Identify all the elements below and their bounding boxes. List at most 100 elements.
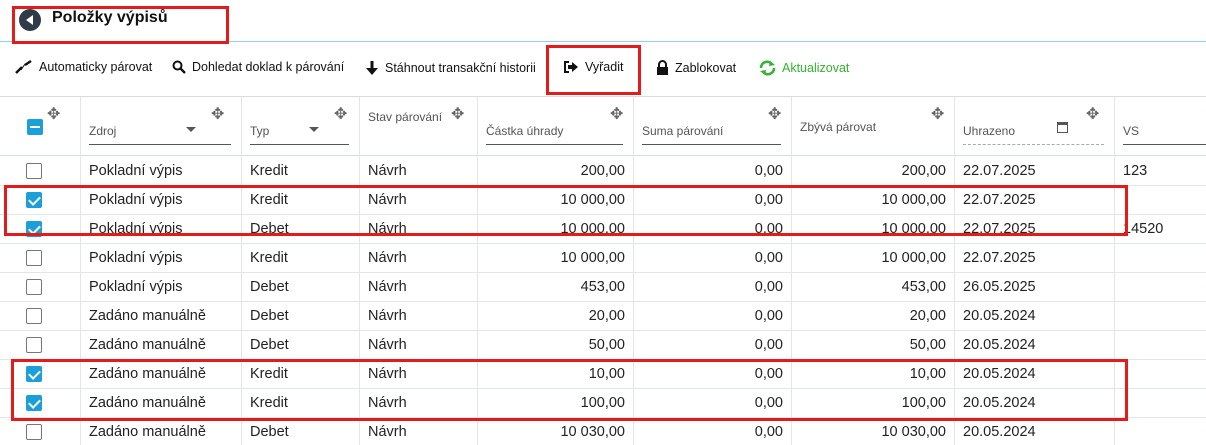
row-checkbox[interactable]: [26, 424, 42, 440]
table-row[interactable]: Zadáno manuálně Debet Návrh 50,00 0,00 50,00 2…: [0, 331, 1206, 360]
header-remaining[interactable]: Zbývá párovat ✥: [792, 97, 955, 157]
cell-state: Návrh: [360, 186, 478, 215]
lock-icon: [657, 60, 668, 75]
table-row[interactable]: Pokladní výpis Debet Návrh 10 000,00 0,00 10 …: [0, 215, 1206, 244]
cell-paired: 0,00: [634, 360, 792, 389]
move-column-icon[interactable]: ✥: [451, 107, 464, 123]
cell-vs: [1115, 273, 1206, 302]
cell-vs: [1115, 360, 1206, 389]
row-checkbox[interactable]: [26, 395, 42, 411]
move-column-icon[interactable]: ✥: [610, 107, 623, 123]
cell-remaining: 200,00: [792, 157, 955, 186]
move-column-icon[interactable]: ✥: [1086, 107, 1099, 123]
cell-paid: 20.05.2024: [955, 389, 1115, 418]
move-column-icon[interactable]: ✥: [768, 107, 781, 123]
find-document-button[interactable]: Dohledat doklad k párování: [172, 60, 344, 74]
cell-vs: [1115, 302, 1206, 331]
row-select-cell: [0, 360, 81, 389]
move-column-icon[interactable]: ✥: [931, 107, 944, 123]
header-state[interactable]: Stav párování ✥: [360, 97, 478, 157]
cell-source: Zadáno manuálně: [81, 331, 242, 360]
download-history-button[interactable]: Stáhnout transakční historii: [365, 60, 536, 76]
cell-amount: 10 000,00: [478, 244, 634, 273]
header-paid[interactable]: Uhrazeno ✥: [955, 97, 1115, 157]
cell-amount: 50,00: [478, 331, 634, 360]
cell-paired: 0,00: [634, 331, 792, 360]
cell-vs: [1115, 389, 1206, 418]
cell-type: Debet: [242, 331, 360, 360]
auto-pair-button[interactable]: Automaticky párovat: [15, 60, 152, 74]
table-row[interactable]: Zadáno manuálně Kredit Návrh 100,00 0,00 100,…: [0, 389, 1206, 418]
row-select-cell: [0, 418, 81, 445]
cell-vs: 14520: [1123, 221, 1164, 237]
refresh-button[interactable]: Aktualizovat: [759, 60, 849, 76]
header-paired[interactable]: Suma párování ✥: [634, 97, 792, 157]
cell-state: Návrh: [360, 215, 478, 244]
table-row[interactable]: Pokladní výpis Debet Návrh 453,00 0,00 453,00…: [0, 273, 1206, 302]
header-amount[interactable]: Částka úhrady ✥: [478, 97, 634, 157]
cell-state: Návrh: [360, 360, 478, 389]
cell-paired: 0,00: [634, 389, 792, 418]
select-all-checkbox[interactable]: [27, 119, 43, 135]
cell-remaining: 10 000,00: [792, 186, 955, 215]
move-column-icon[interactable]: ✥: [47, 107, 60, 123]
cell-paid: 20.05.2024: [955, 360, 1115, 389]
table-row[interactable]: Pokladní výpis Kredit Návrh 200,00 0,00 200,0…: [0, 157, 1206, 186]
row-checkbox[interactable]: [26, 308, 42, 324]
row-checkbox[interactable]: [26, 163, 42, 179]
cell-amount: 10 000,00: [478, 186, 634, 215]
cell-type: Kredit: [242, 244, 360, 273]
column-label-amount: Částka úhrady: [486, 124, 564, 138]
cell-type: Kredit: [242, 389, 360, 418]
cell-vs: 123: [1123, 163, 1148, 179]
table-row[interactable]: Zadáno manuálně Debet Návrh 10 030,00 0,00 10…: [0, 418, 1206, 445]
cell-paid: 22.07.2025: [955, 157, 1115, 186]
chevron-down-icon[interactable]: [309, 127, 319, 132]
cell-source: Pokladní výpis: [81, 157, 242, 186]
block-button[interactable]: Zablokovat: [656, 60, 736, 75]
row-select-cell: [0, 244, 81, 273]
cell-paired: 0,00: [634, 157, 792, 186]
row-checkbox[interactable]: [26, 192, 42, 208]
row-select-cell: [0, 186, 81, 215]
row-select-cell: [0, 273, 81, 302]
row-checkbox[interactable]: [26, 279, 42, 295]
page-title: Položky výpisů: [52, 9, 168, 26]
cell-paid: 22.07.2025: [955, 244, 1115, 273]
back-logo-icon[interactable]: [19, 9, 41, 31]
row-checkbox[interactable]: [26, 250, 42, 266]
calendar-icon[interactable]: [1057, 122, 1068, 133]
cell-remaining: 10 000,00: [792, 215, 955, 244]
table-row[interactable]: Pokladní výpis Kredit Návrh 10 000,00 0,00 10…: [0, 244, 1206, 273]
cell-paid: 20.05.2024: [955, 331, 1115, 360]
move-column-icon[interactable]: ✥: [211, 107, 224, 123]
cell-paid: 26.05.2025: [955, 273, 1115, 302]
column-label-paired: Suma párování: [642, 124, 724, 138]
row-checkbox[interactable]: [26, 337, 42, 353]
cell-remaining: 100,00: [792, 389, 955, 418]
row-checkbox[interactable]: [26, 221, 42, 237]
chevron-down-icon[interactable]: [186, 127, 196, 132]
table-row[interactable]: Pokladní výpis Kredit Návrh 10 000,00 0,00 10…: [0, 186, 1206, 215]
header-source[interactable]: Zdroj ✥: [81, 97, 242, 157]
exclude-button[interactable]: Vyřadit: [563, 60, 623, 74]
cell-paid: 20.05.2024: [955, 418, 1115, 445]
row-checkbox[interactable]: [26, 366, 42, 382]
cell-state: Návrh: [360, 418, 478, 445]
row-select-cell: [0, 389, 81, 418]
column-label-source: Zdroj: [89, 124, 117, 138]
toolbar: Automaticky párovat Dohledat doklad k pá…: [0, 52, 1206, 88]
cell-paired: 0,00: [634, 244, 792, 273]
grid-header: ✥ Zdroj ✥ Typ ✥ Stav párování ✥ Částka ú…: [0, 96, 1206, 157]
refresh-icon: [759, 60, 776, 76]
cell-remaining: 10 000,00: [792, 244, 955, 273]
table-row[interactable]: Zadáno manuálně Debet Návrh 20,00 0,00 20,00 2…: [0, 302, 1206, 331]
move-column-icon[interactable]: ✥: [334, 107, 347, 123]
auto-pair-icon: [15, 60, 32, 74]
header-type[interactable]: Typ ✥: [242, 97, 360, 157]
table-row[interactable]: Zadáno manuálně Kredit Návrh 10,00 0,00 10,00…: [0, 360, 1206, 389]
cell-paired: 0,00: [634, 186, 792, 215]
auto-pair-label: Automaticky párovat: [39, 60, 153, 74]
header-vs[interactable]: VS: [1115, 97, 1206, 157]
cell-amount: 20,00: [478, 302, 634, 331]
